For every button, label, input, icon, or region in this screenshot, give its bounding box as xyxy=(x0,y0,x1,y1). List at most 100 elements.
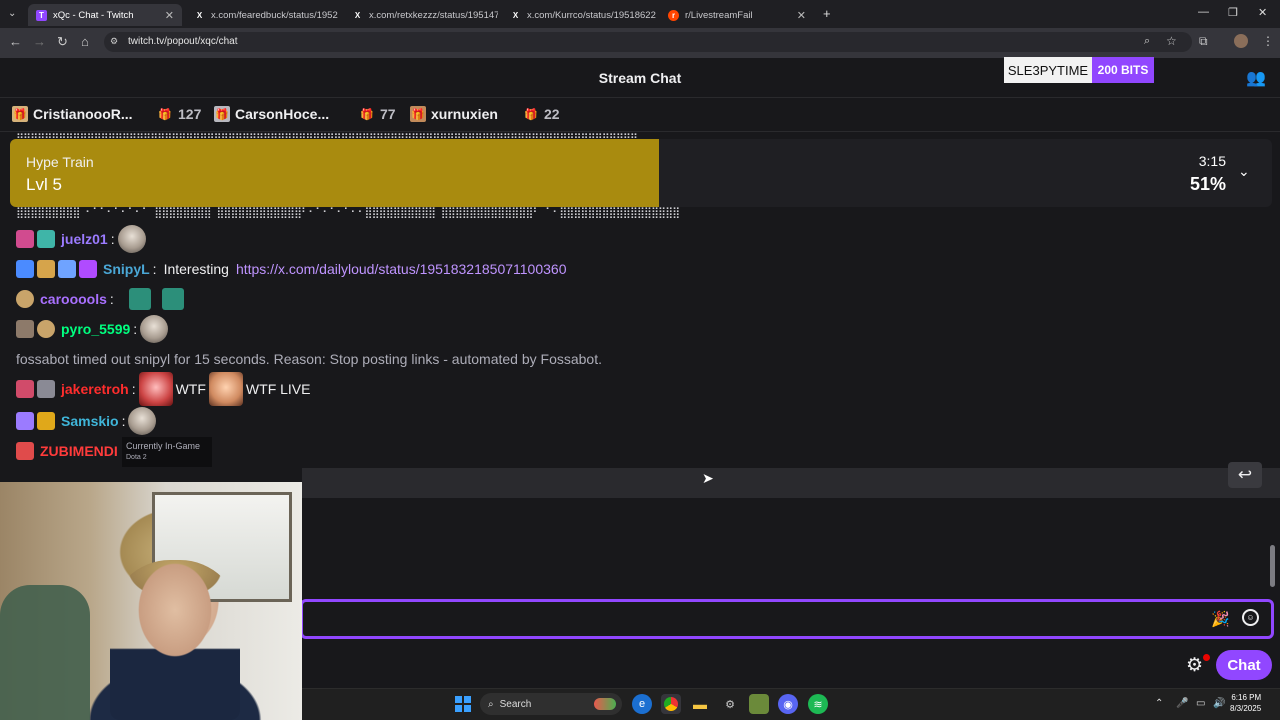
chat-username[interactable]: pyro_5599 xyxy=(61,321,130,337)
edge-icon[interactable]: e xyxy=(632,694,652,714)
tab-x-retxkezzz[interactable]: X x.com/retxkezzz/status/195147 ✕ xyxy=(344,4,498,26)
badge-icon[interactable] xyxy=(37,412,55,430)
leaderboard-entry-2[interactable]: 🎁 CarsonHoce... xyxy=(214,106,329,122)
badge-icon[interactable] xyxy=(16,380,34,398)
webcam-streamer xyxy=(110,560,240,720)
chat-message[interactable]: ZUBIMENDI: xyxy=(16,438,125,464)
chat-username[interactable]: juelz01 xyxy=(61,231,108,247)
chat-username[interactable]: SnipyL xyxy=(103,261,150,277)
chat-colon: : xyxy=(131,381,136,397)
taskbar-clock[interactable]: 6:16 PM 8/3/2025 xyxy=(1230,692,1261,714)
profile-avatar[interactable] xyxy=(1234,34,1248,48)
app-icon[interactable] xyxy=(749,694,769,714)
tooltip-subtitle: Dota 2 xyxy=(126,454,147,461)
more-menu-icon[interactable]: ⋮ xyxy=(1262,34,1274,48)
webcam-chair xyxy=(0,585,90,720)
close-icon[interactable]: ✕ xyxy=(797,9,806,22)
url-field[interactable] xyxy=(104,32,1192,52)
badge-icon[interactable] xyxy=(16,290,34,308)
home-icon[interactable]: ⌂ xyxy=(81,34,89,49)
url-text: twitch.tv/popout/xqc/chat xyxy=(128,36,238,47)
hype-train-timer: 3:15 xyxy=(1198,153,1226,169)
badge-icon[interactable] xyxy=(16,442,34,460)
badge-icon[interactable] xyxy=(37,230,55,248)
network-icon[interactable]: ▭ xyxy=(1196,698,1205,709)
silver-gift-icon: 🎁 xyxy=(214,106,230,122)
emote-icon[interactable] xyxy=(138,372,173,406)
forward-icon[interactable]: → xyxy=(33,34,46,49)
reload-icon[interactable]: ↻ xyxy=(57,34,68,50)
emote-icon[interactable] xyxy=(208,372,243,406)
extensions-icon[interactable]: ⧉ xyxy=(1199,34,1208,49)
gift-count: 22 xyxy=(544,106,560,122)
microphone-icon[interactable]: 🎤 xyxy=(1176,698,1188,709)
chat-paused-bar[interactable] xyxy=(302,468,1280,498)
chat-username[interactable]: ZUBIMENDI xyxy=(40,443,118,459)
restore-icon[interactable]: ❐ xyxy=(1228,6,1238,19)
file-explorer-icon[interactable]: ▬ xyxy=(690,694,710,714)
badge-icon[interactable] xyxy=(79,260,97,278)
taskbar-search[interactable]: ⌕ Search xyxy=(480,693,622,715)
chat-message[interactable]: pyro_5599: xyxy=(16,315,169,343)
tab-list-icon[interactable]: ⌄ xyxy=(8,8,16,19)
system-message: fossabot timed out snipyl for 15 seconds… xyxy=(16,351,602,367)
badge-icon[interactable] xyxy=(16,412,34,430)
window-close-icon[interactable]: ✕ xyxy=(1258,6,1267,19)
chat-message[interactable]: carooools: xyxy=(16,286,184,312)
badge-icon[interactable] xyxy=(37,320,55,338)
zoom-icon[interactable]: ⌕ xyxy=(1144,35,1150,48)
chat-username[interactable]: Samskio xyxy=(61,413,119,429)
minimize-icon[interactable]: — xyxy=(1198,6,1209,18)
windows-start-icon[interactable] xyxy=(455,696,471,712)
badge-icon[interactable] xyxy=(58,260,76,278)
chrome-icon[interactable] xyxy=(661,694,681,714)
chat-scrollbar[interactable] xyxy=(1270,545,1275,587)
badge-icon[interactable] xyxy=(37,380,55,398)
leaderboard-entry-1[interactable]: 🎁 CristianoooR... xyxy=(12,106,133,122)
emote-icon[interactable] xyxy=(140,315,169,343)
chat-message[interactable]: jakeretroh: WTF WTF LIVE xyxy=(16,372,310,406)
emote-icon[interactable] xyxy=(128,288,151,310)
chevron-down-icon[interactable]: ⌄ xyxy=(1238,163,1250,180)
emote-icon[interactable] xyxy=(128,407,157,435)
emote-icon[interactable] xyxy=(117,225,146,253)
leaderboard-count-1: 🎁 127 xyxy=(157,106,201,122)
x-icon: X xyxy=(196,10,203,20)
chat-send-button[interactable]: Chat xyxy=(1216,650,1272,680)
tray-overflow-icon[interactable]: ⌃ xyxy=(1155,698,1163,709)
reply-icon[interactable]: ↩ xyxy=(1228,462,1262,488)
leaderboard-entry-3[interactable]: 🎁 xurnuxien xyxy=(410,106,498,122)
new-tab-icon[interactable]: + xyxy=(823,6,831,21)
emote-icon[interactable] xyxy=(161,288,184,310)
tab-title: x.com/Kurrco/status/19518622 xyxy=(527,9,656,21)
settings-app-icon[interactable]: ⚙ xyxy=(720,694,740,714)
bookmark-star-icon[interactable]: ☆ xyxy=(1166,34,1177,48)
community-icon[interactable]: 👥 xyxy=(1246,68,1266,88)
badge-icon[interactable] xyxy=(16,320,34,338)
chat-colon: : xyxy=(121,413,126,429)
close-icon[interactable]: ✕ xyxy=(165,9,174,22)
site-info-icon[interactable]: ⚙ xyxy=(110,36,118,47)
chat-input[interactable] xyxy=(300,599,1274,639)
badge-icon[interactable] xyxy=(16,230,34,248)
chat-link[interactable]: https://x.com/dailyloud/status/195183218… xyxy=(236,261,567,277)
chat-message[interactable]: SnipyL: Interesting https://x.com/dailyl… xyxy=(16,256,566,282)
tab-x-fearedbuck[interactable]: X x.com/fearedbuck/status/1952 ✕ xyxy=(186,4,340,26)
back-arrow-icon[interactable]: ← xyxy=(9,34,22,49)
chat-username[interactable]: carooools xyxy=(40,291,107,307)
volume-icon[interactable]: 🔊 xyxy=(1213,698,1225,709)
chat-message[interactable]: Samskio: xyxy=(16,407,157,435)
chat-username[interactable]: jakeretroh xyxy=(61,381,129,397)
chat-message[interactable]: juelz01: xyxy=(16,225,146,253)
spotify-icon[interactable]: ≋ xyxy=(808,694,828,714)
emote-picker-icon[interactable]: ☺ xyxy=(1242,609,1259,626)
settings-gear-icon[interactable]: ⚙ xyxy=(1186,654,1203,677)
tab-twitch-chat[interactable]: T xQc - Chat - Twitch ✕ xyxy=(28,4,182,26)
tab-x-kurrco[interactable]: X x.com/Kurrco/status/19518622 ✕ xyxy=(502,4,656,26)
bits-icon[interactable]: 🎉 xyxy=(1211,610,1230,628)
leaderboard-name: xurnuxien xyxy=(431,106,498,122)
discord-icon[interactable]: ◉ xyxy=(778,694,798,714)
tab-reddit-lsf[interactable]: r r/LivestreamFail ✕ xyxy=(660,4,814,26)
badge-icon[interactable] xyxy=(16,260,34,278)
badge-icon[interactable] xyxy=(37,260,55,278)
